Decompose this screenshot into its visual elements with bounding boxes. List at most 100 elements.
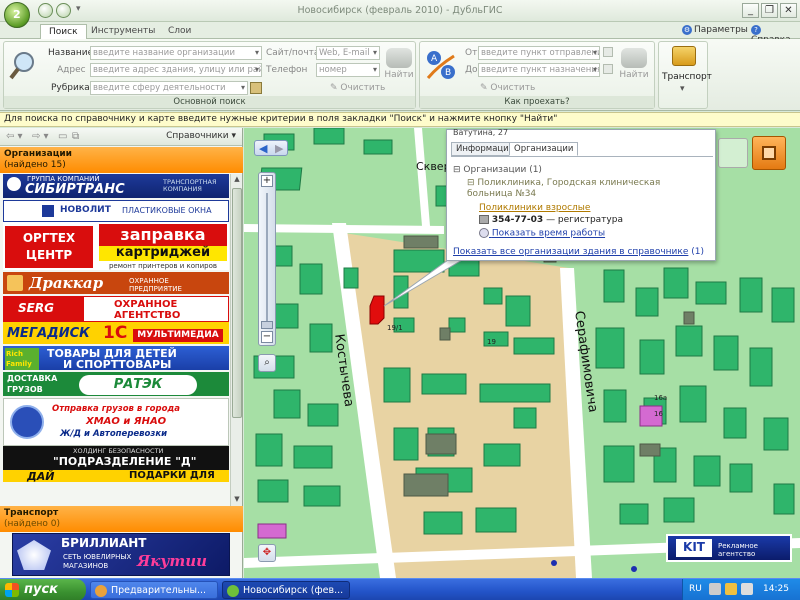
ad-megadisk[interactable]: МЕГАДИСК 1С МУЛЬТИМЕДИА: [3, 322, 229, 346]
tab-tools[interactable]: Инструменты: [83, 24, 163, 39]
back-arrow-icon[interactable]: ⇦ ▾: [6, 131, 23, 142]
rubric-label: Рубрика: [51, 83, 90, 93]
rubric-input[interactable]: введите сферу деятельности: [90, 81, 248, 95]
tray-app-icon[interactable]: [725, 583, 737, 595]
route-group-title: Как проехать?: [420, 96, 654, 108]
ad-list-scrollbar[interactable]: ▲ ▼: [230, 174, 242, 506]
ad-serg[interactable]: SERG ОХРАННОЕ АГЕНТСТВО: [3, 296, 229, 322]
minimize-button[interactable]: _: [742, 3, 759, 18]
zoom-out-icon[interactable]: −: [261, 331, 273, 343]
network-icon[interactable]: [709, 583, 721, 595]
phone-input[interactable]: номер: [316, 63, 380, 77]
popup-address: Ватутина, 27: [453, 128, 509, 137]
reference-dropdown[interactable]: Справочники ▾: [166, 131, 236, 141]
name-label: Название: [48, 48, 94, 58]
clock: 14:25: [763, 584, 789, 594]
to-input[interactable]: введите пункт назначения: [478, 63, 600, 77]
help-icon: ?: [751, 25, 761, 35]
popup-group[interactable]: ⊟ Организации (1): [453, 165, 542, 175]
ad-drakkar[interactable]: Драккар ОХРАННОЕ ПРЕДПРИЯТИЕ: [3, 272, 229, 296]
taskbar-item-prelim[interactable]: Предварительны...: [90, 581, 218, 599]
ad-ratek[interactable]: ДОСТАВКА ГРУЗОВ РАТЭК: [3, 372, 229, 398]
name-input[interactable]: введите название организации: [90, 46, 262, 60]
to-point-icon[interactable]: [603, 64, 613, 74]
search-group-title: Основной поиск: [4, 96, 415, 108]
partner-logo-icon: KIT: [676, 539, 712, 557]
popup-phone[interactable]: 354-77-03 — регистратура: [479, 215, 623, 225]
svg-text:A: A: [431, 54, 438, 64]
tab-layers[interactable]: Слои: [160, 24, 199, 39]
restore-button[interactable]: ❐: [761, 3, 778, 18]
map-forward-icon[interactable]: ▶: [275, 142, 283, 155]
map-3d-button[interactable]: [752, 136, 786, 170]
zoom-in-icon[interactable]: +: [261, 175, 273, 187]
route-clear-button[interactable]: ✎ Очистить: [480, 83, 535, 93]
print-icon[interactable]: ▭: [58, 131, 67, 142]
site-input[interactable]: Web, E-mail: [316, 46, 380, 60]
route-find-button[interactable]: Найти: [618, 48, 650, 80]
sibirtrans-logo-icon: [7, 177, 21, 191]
volume-icon[interactable]: [741, 583, 753, 595]
map-back-icon[interactable]: ◀: [259, 142, 267, 155]
popup-show-hours-link[interactable]: Показать время работы: [479, 228, 605, 239]
clock-icon: [479, 228, 489, 238]
building-number: 19/1: [387, 324, 403, 332]
radar-icon[interactable]: [718, 138, 748, 168]
ribbon-tabs: Поиск Инструменты Слои ⚙Параметры ?Справ…: [0, 22, 800, 45]
magnifier-tool-icon[interactable]: ⌕: [258, 354, 276, 372]
start-button[interactable]: пуск: [0, 579, 86, 600]
popup-tab-orgs[interactable]: Организации: [509, 142, 579, 156]
search-find-button[interactable]: Найти: [384, 48, 414, 80]
map-partner-ad[interactable]: KIT Рекламное агентство: [666, 534, 792, 562]
scroll-up-icon[interactable]: ▲: [232, 175, 242, 185]
from-label: От: [465, 48, 478, 58]
fullscreen-icon[interactable]: ✥: [258, 544, 276, 562]
popup-rubric-link[interactable]: Поликлиники взрослые: [479, 203, 590, 213]
binoculars-icon: [621, 48, 647, 68]
building-number: 19: [487, 338, 496, 346]
popup-show-all-link[interactable]: Показать все организации здания в справо…: [453, 247, 704, 257]
transport-button[interactable]: Транспорт: [662, 72, 712, 82]
transport-header[interactable]: Транспорт (найдено 0): [0, 506, 243, 532]
route-group: AB От введите пункт отправления До введи…: [419, 41, 655, 109]
ad-brilliant[interactable]: БРИЛЛИАНТ СЕТЬ ЮВЕЛИРНЫХ МАГАЗИНОВ Якути…: [12, 533, 230, 576]
organizations-header[interactable]: Организации (найдено 15): [0, 147, 243, 173]
search-clear-button[interactable]: ✎ Очистить: [330, 83, 385, 93]
close-button[interactable]: ✕: [780, 3, 797, 18]
search-group: Название введите название организации Ад…: [3, 41, 416, 109]
ad-cargo[interactable]: Отправка грузов в города ХМАО и ЯНАО Ж/Д…: [3, 398, 229, 446]
ad-sibirtrans[interactable]: ГРУППА КОМПАНИЙ СИБИРТРАНС ТРАНСПОРТНАЯ …: [3, 174, 229, 200]
phone-label: Телефон: [266, 65, 308, 75]
site-label: Сайт/почта: [266, 48, 320, 58]
popup-org-name[interactable]: ⊟ Поликлиника, Городская клиническая бол…: [467, 178, 705, 200]
map-history-buttons[interactable]: ◀ ▶: [254, 140, 288, 156]
scroll-thumb[interactable]: [232, 188, 242, 418]
app-logo-icon: 2: [13, 8, 21, 21]
app-menu-button[interactable]: 2: [4, 2, 30, 28]
copy-icon[interactable]: ⧉: [72, 131, 79, 142]
taskbar-item-novosibirsk[interactable]: Новосибирск (фев...: [222, 581, 350, 599]
from-input[interactable]: введите пункт отправления: [478, 46, 600, 60]
zoom-thumb[interactable]: [261, 321, 273, 329]
transport-dropdown-icon[interactable]: ▾: [680, 84, 685, 94]
from-point-icon[interactable]: [603, 47, 613, 57]
popup-body: ⊟ Организации (1) ⊟ Поликлиника, Городск…: [451, 156, 713, 257]
scroll-down-icon[interactable]: ▼: [232, 495, 242, 505]
forward-arrow-icon[interactable]: ⇨ ▾: [32, 131, 49, 142]
to-label: До: [465, 65, 478, 75]
tab-search[interactable]: Поиск: [40, 24, 87, 39]
language-indicator[interactable]: RU: [689, 584, 702, 594]
ad-orgtech[interactable]: ОРГТЕХ ЦЕНТР заправка картриджей ремонт …: [3, 222, 229, 272]
drakkar-logo-icon: [7, 275, 23, 291]
gear-icon: ⚙: [682, 25, 692, 35]
search-magnifier-icon: [8, 48, 40, 82]
params-link[interactable]: ⚙ Параметры: [682, 25, 748, 35]
ad-podrazdelenie[interactable]: ХОЛДИНГ БЕЗОПАСНОСТИ "ПОДРАЗДЕЛЕНИЕ "Д" …: [3, 446, 229, 484]
title-bar: 2 ▾ Новосибирск (февраль 2010) - ДубльГИ…: [0, 0, 800, 28]
address-input[interactable]: введите адрес здания, улицу или район: [90, 63, 262, 77]
ad-rich-family[interactable]: Rich Family ТОВАРЫ ДЛЯ ДЕТЕЙ И СПОРТТОВА…: [3, 346, 229, 372]
dublgis-icon: [227, 585, 239, 597]
zoom-slider[interactable]: + −: [258, 172, 276, 346]
ad-novolit[interactable]: НОВОЛИТ ПЛАСТИКОВЫЕ ОКНА: [3, 200, 229, 222]
rubric-catalog-icon[interactable]: [250, 82, 262, 94]
